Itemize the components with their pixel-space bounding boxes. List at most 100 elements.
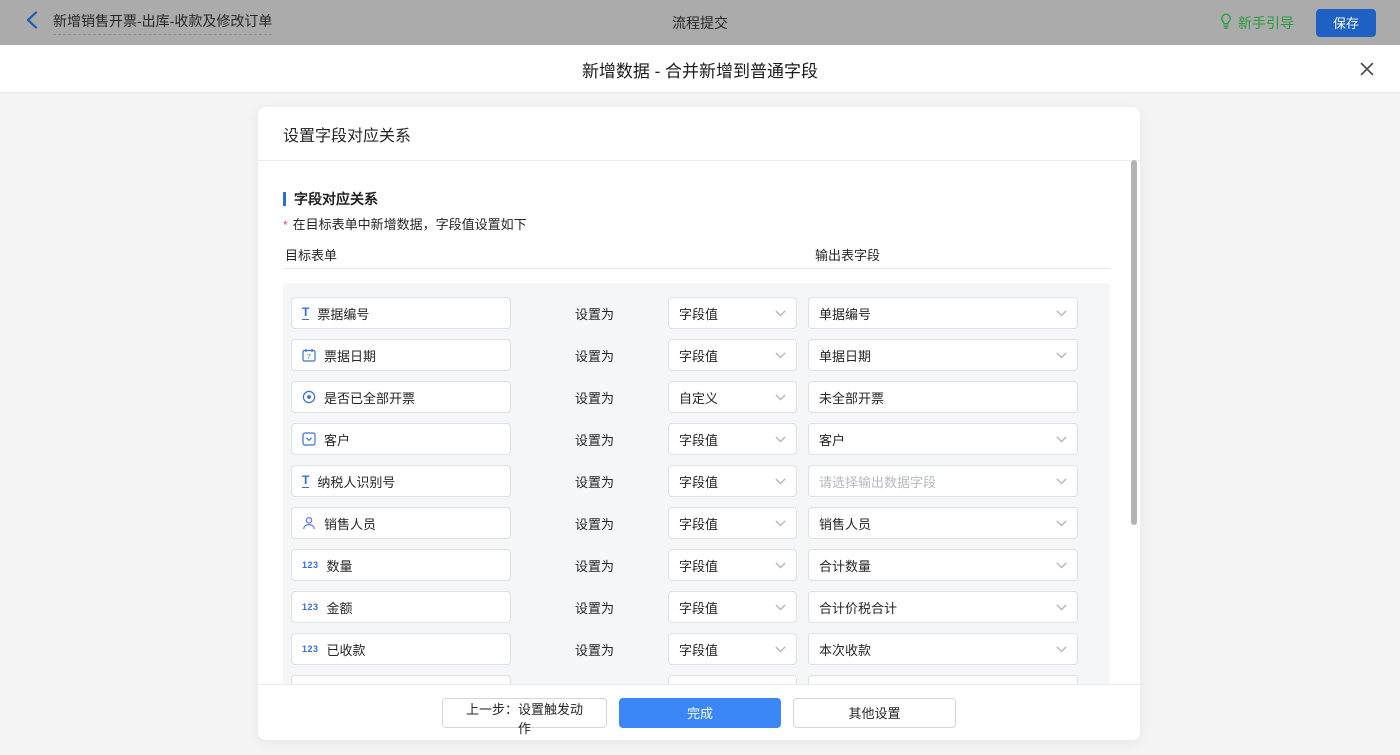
output-select-value: 本次收款 [819,642,872,658]
mapping-row: 销售人员 设置为 字段值 销售人员 [283,507,1110,539]
mode-select[interactable] [668,675,797,684]
output-field-select[interactable]: 单据编号 [808,297,1078,329]
radio-field-icon [302,390,316,404]
set-as-label: 设置为 [575,516,615,532]
mode-select[interactable]: 字段值 [668,591,797,623]
vertical-scrollbar[interactable] [1131,160,1137,525]
finish-button[interactable]: 完成 [619,697,781,728]
mode-select[interactable]: 字段值 [668,339,797,371]
mode-select-value: 字段值 [679,516,719,532]
output-select-value: 单据编号 [819,306,872,322]
target-field-box: 7 票据日期 [291,339,511,371]
section-title-label: 字段对应关系 [294,191,378,207]
mapping-row: 7 票据日期 设置为 字段值 单据日期 [283,339,1110,371]
target-field-label: 纳税人识别号 [317,474,396,490]
mode-select-value: 字段值 [679,600,719,616]
lightbulb-icon [1219,13,1233,32]
mode-select-value: 字段值 [679,348,719,364]
mode-select[interactable]: 自定义 [668,381,797,413]
set-as-label: 设置为 [575,474,615,490]
top-bar: 新增销售开票-出库-收款及修改订单 流程提交 新手引导 保存 [0,0,1400,45]
modal-header: 新增数据 - 合并新增到普通字段 [0,45,1400,93]
previous-step-button[interactable]: 上一步：设置触发动作 [442,697,607,736]
chevron-down-icon [1056,436,1067,442]
output-field-select[interactable]: 销售人员 [808,507,1078,539]
chevron-down-icon [775,478,786,484]
mode-select[interactable]: 字段值 [668,549,797,581]
mode-select-value: 字段值 [679,306,719,322]
chevron-down-icon [775,562,786,568]
target-field-box: 销售人员 [291,507,511,539]
target-field-label: 是否已全部开票 [324,390,416,406]
select-field-icon [302,432,316,446]
output-select-value: 客户 [819,432,846,448]
column-header-divider [283,268,1110,269]
output-select-value: 销售人员 [819,516,872,532]
mode-select-value: 字段值 [679,558,719,574]
chevron-down-icon [1056,562,1067,568]
mapping-row: 是否已全部开票 设置为 自定义 未全部开票 [283,381,1110,413]
mapping-row: T 纳税人识别号 设置为 字段值 请选择输出数据字段 [283,465,1110,497]
section-accent-bar [283,192,286,206]
set-as-label: 设置为 [575,348,615,364]
target-field-box: T 纳税人识别号 [291,465,511,497]
chevron-down-icon [1056,310,1067,316]
set-as-label: 设置为 [575,432,615,448]
mapping-row: T 票据编号 设置为 字段值 单据编号 [283,297,1110,329]
topbar-actions: 新手引导 保存 [1219,0,1376,45]
save-button[interactable]: 保存 [1316,8,1376,37]
text-field-icon: T [302,473,310,488]
target-field-label: 销售人员 [324,516,377,532]
target-field-label: 票据编号 [317,306,370,322]
mode-select[interactable]: 字段值 [668,297,797,329]
mapping-hint: * 在目标表单中新增数据，字段值设置如下 [283,214,527,233]
modal-title: 新增数据 - 合并新增到普通字段 [581,61,819,81]
target-field-label: 金额 [326,600,353,616]
page-mode-label: 流程提交 [672,14,728,31]
mode-select[interactable]: 字段值 [668,507,797,539]
target-field-label: 数量 [326,558,353,574]
target-field-box: 客户 [291,423,511,455]
output-text-input[interactable]: 未全部开票 [808,381,1078,413]
chevron-down-icon [775,604,786,610]
target-field-box [291,675,511,684]
close-button[interactable] [1356,58,1378,80]
set-as-label: 设置为 [575,390,615,406]
output-field-select[interactable]: 本次收款 [808,633,1078,665]
target-field-label: 已收款 [326,642,366,658]
output-field-select[interactable]: 单据日期 [808,339,1078,371]
column-header-output: 输出表字段 [815,248,881,263]
mode-select-value: 字段值 [679,642,719,658]
mode-select-value: 自定义 [679,390,719,406]
beginner-guide-link[interactable]: 新手引导 [1219,13,1294,33]
mapping-rows: T 票据编号 设置为 字段值 单据编号 7 票据日期 设置为 字段值 单据日期 是否已全部开票 设置为… [283,283,1110,684]
output-field-select[interactable]: 请选择输出数据字段 [808,465,1078,497]
other-settings-button[interactable]: 其他设置 [793,697,956,728]
mapping-row: 123 数量 设置为 字段值 合计数量 [283,549,1110,581]
svg-text:7: 7 [307,354,311,361]
close-icon [1360,62,1374,76]
target-field-box: 123 数量 [291,549,511,581]
mapping-row: 123 已收款 设置为 字段值 本次收款 [283,633,1110,665]
set-as-label: 设置为 [575,642,615,658]
output-field-select[interactable]: 合计价税合计 [808,591,1078,623]
output-field-select[interactable] [808,675,1078,684]
chevron-down-icon [1056,604,1067,610]
mode-select[interactable]: 字段值 [668,633,797,665]
user-field-icon [302,516,316,530]
set-as-label: 设置为 [575,306,615,322]
output-field-select[interactable]: 合计数量 [808,549,1078,581]
mapping-row [283,675,1110,684]
chevron-down-icon [775,394,786,400]
beginner-guide-label: 新手引导 [1238,14,1294,31]
number-field-icon: 123 [302,601,319,612]
mapping-hint-text: 在目标表单中新增数据，字段值设置如下 [292,217,527,232]
output-field-select[interactable]: 客户 [808,423,1078,455]
mode-select[interactable]: 字段值 [668,465,797,497]
chevron-down-icon [775,520,786,526]
chevron-down-icon [775,310,786,316]
chevron-down-icon [1056,478,1067,484]
card-header: 设置字段对应关系 [258,107,1140,161]
mapping-row: 客户 设置为 字段值 客户 [283,423,1110,455]
mode-select[interactable]: 字段值 [668,423,797,455]
